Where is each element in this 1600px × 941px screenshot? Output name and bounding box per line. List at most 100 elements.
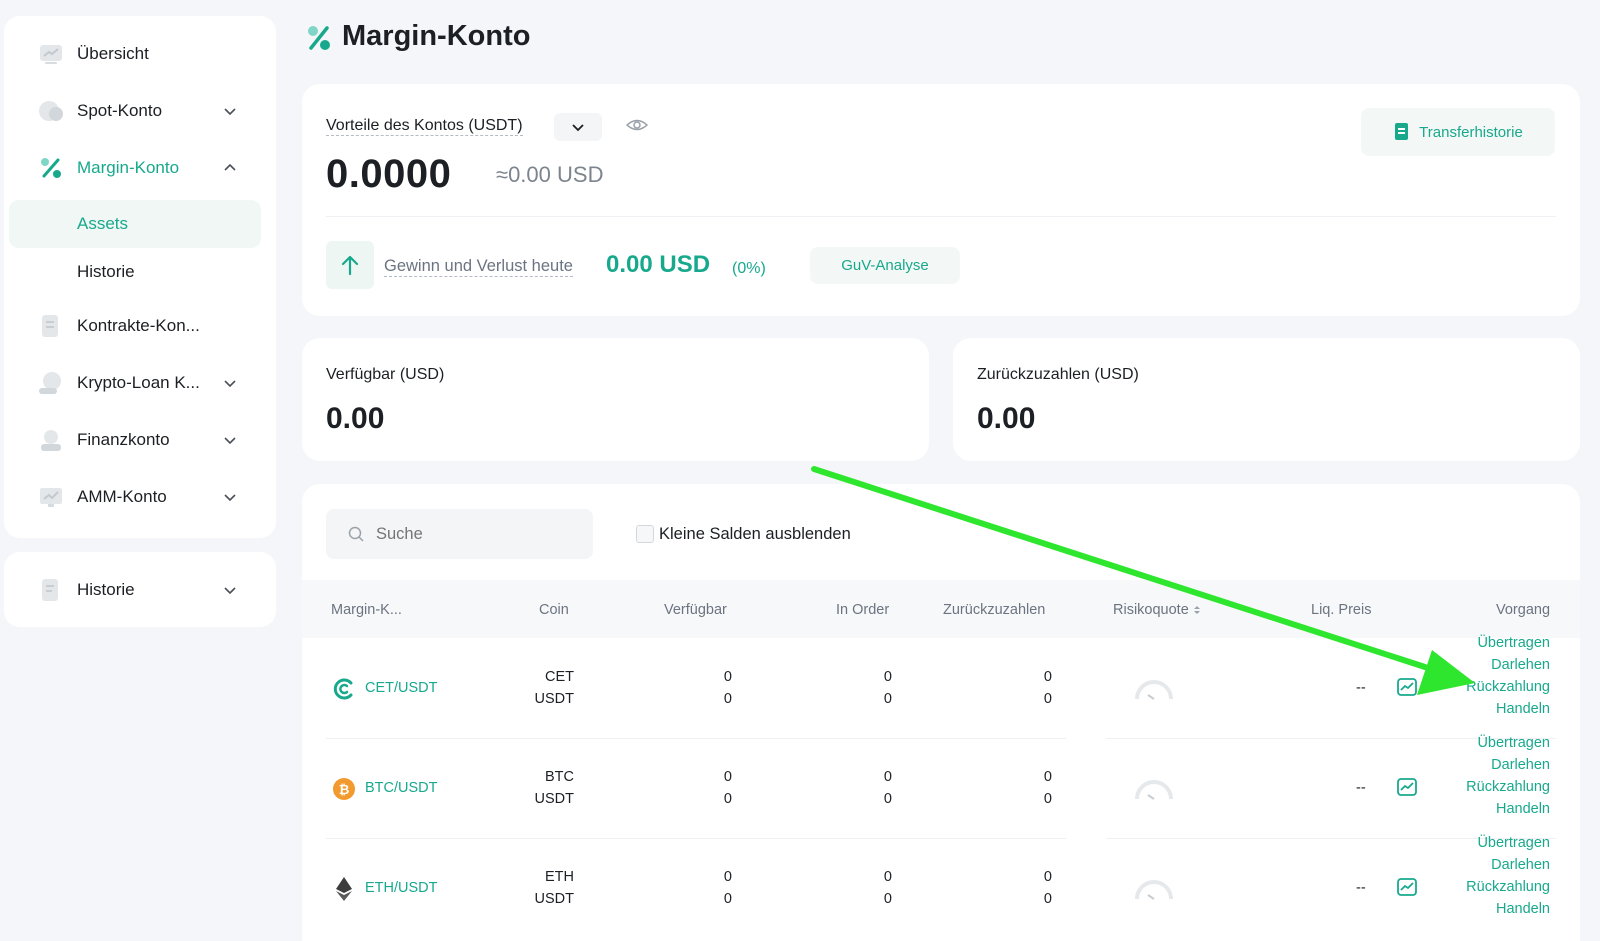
chevron-down-icon[interactable] (222, 103, 238, 119)
repay-cell: 0 (1043, 691, 1052, 707)
liq-price-cell: -- (1356, 780, 1366, 796)
sidebar-item-overview[interactable]: Übersicht (0, 34, 272, 74)
available-cell: 0 (723, 691, 732, 707)
transfer-history-button[interactable]: Transferhistorie (1361, 108, 1555, 156)
page-title: Margin-Konto (342, 20, 531, 52)
chart-icon[interactable] (1397, 878, 1417, 896)
sidebar-item-label: AMM-Konto (77, 487, 167, 506)
sidebar-item-amm[interactable]: AMM-Konto (0, 477, 272, 517)
row-actions: Übertragen Darlehen Rückzahlung Handeln (1466, 732, 1550, 820)
account-value-usd: ≈0.00 USD (496, 162, 604, 187)
history-icon (38, 577, 64, 603)
transfer-history-label: Transferhistorie (1419, 123, 1523, 141)
coin-cell: USDT (534, 691, 574, 707)
sidebar-item-label: Kontrakte-Kon... (77, 316, 200, 335)
chevron-down-icon[interactable] (222, 432, 238, 448)
chevron-down-icon[interactable] (222, 489, 238, 505)
margin-icon (308, 26, 330, 50)
finance-icon (38, 427, 64, 453)
repay-cell: 0 (1043, 869, 1052, 885)
ethereum-icon (336, 877, 352, 901)
trade-link[interactable]: Handeln (1466, 698, 1550, 720)
pnl-analysis-button[interactable]: GuV-Analyse (810, 247, 960, 284)
available-cell: 0 (723, 891, 732, 907)
borrow-link[interactable]: Darlehen (1466, 654, 1550, 676)
pair-link[interactable]: ETH/USDT (365, 880, 438, 896)
available-cell: 0 (723, 869, 732, 885)
sidebar-item-label: Spot-Konto (77, 101, 163, 120)
repay-label: Zurückzuzahlen (USD) (977, 366, 1139, 383)
in-order-cell: 0 (883, 791, 892, 807)
table-row: CET/USDT CET USDT 0 0 0 0 0 0 -- Übertra… (302, 635, 1580, 738)
search-box[interactable] (326, 509, 593, 559)
liq-price-cell: -- (1356, 680, 1366, 696)
contract-icon (38, 313, 64, 339)
coinex-icon (333, 678, 353, 700)
svg-text:₿: ₿ (339, 783, 350, 798)
in-order-cell: 0 (883, 669, 892, 685)
search-icon (348, 526, 364, 542)
pair-link[interactable]: BTC/USDT (365, 780, 438, 796)
coin-cell: USDT (534, 791, 574, 807)
risk-gauge-icon (1135, 880, 1173, 900)
col-header-risk[interactable]: Risikoquote (1113, 602, 1201, 618)
row-actions: Übertragen Darlehen Rückzahlung Handeln (1466, 632, 1550, 720)
available-cell: 0 (723, 669, 732, 685)
pnl-arrow-badge (326, 241, 374, 289)
sidebar-item-spot[interactable]: Spot-Konto (0, 91, 272, 131)
currency-dropdown[interactable] (554, 113, 602, 141)
sidebar-item-margin[interactable]: Margin-Konto (0, 148, 272, 188)
chevron-down-icon[interactable] (222, 375, 238, 391)
sidebar-item-label: Finanzkonto (77, 430, 170, 449)
available-value: 0.00 (326, 402, 385, 435)
repay-cell: 0 (1043, 891, 1052, 907)
sidebar-item-finance[interactable]: Finanzkonto (0, 420, 272, 460)
trade-link[interactable]: Handeln (1466, 898, 1550, 920)
coin-cell: ETH (545, 869, 574, 885)
transfer-link[interactable]: Übertragen (1466, 832, 1550, 854)
eye-icon[interactable] (625, 116, 649, 134)
pair-link[interactable]: CET/USDT (365, 680, 438, 696)
repay-value: 0.00 (977, 402, 1036, 435)
in-order-cell: 0 (883, 691, 892, 707)
sidebar-item-crypto-loan[interactable]: Krypto-Loan K... (0, 363, 272, 403)
repay-link[interactable]: Rückzahlung (1466, 876, 1550, 898)
sidebar-item-label: Übersicht (77, 44, 149, 63)
trade-link[interactable]: Handeln (1466, 798, 1550, 820)
table-header (302, 580, 1580, 638)
search-input[interactable] (376, 524, 576, 544)
sidebar-item-history[interactable]: Historie (0, 570, 272, 610)
transfer-link[interactable]: Übertragen (1466, 632, 1550, 654)
sort-icon (1193, 606, 1200, 615)
table-row: ETH/USDT ETH USDT 0 0 0 0 0 0 -- Übertra… (302, 835, 1580, 938)
available-card (302, 338, 929, 461)
col-header-coin: Coin (539, 602, 569, 618)
chart-icon[interactable] (1397, 678, 1417, 696)
sidebar-subitem-history[interactable]: Historie (9, 248, 261, 296)
borrow-link[interactable]: Darlehen (1466, 854, 1550, 876)
account-value-label: Vorteile des Kontos (USDT) (326, 117, 523, 136)
chart-icon[interactable] (1397, 778, 1417, 796)
coin-cell: BTC (545, 769, 574, 785)
repay-link[interactable]: Rückzahlung (1466, 776, 1550, 798)
repay-cell: 0 (1043, 791, 1052, 807)
pnl-label: Gewinn und Verlust heute (384, 257, 573, 277)
loan-icon (38, 370, 64, 396)
hide-small-checkbox[interactable] (636, 525, 654, 543)
risk-gauge-icon (1135, 680, 1173, 700)
transfer-link[interactable]: Übertragen (1466, 732, 1550, 754)
repay-card (953, 338, 1580, 461)
divider (326, 216, 1556, 217)
borrow-link[interactable]: Darlehen (1466, 754, 1550, 776)
sidebar-item-contracts[interactable]: Kontrakte-Kon... (0, 306, 272, 346)
chevron-up-icon[interactable] (222, 160, 238, 176)
chevron-down-icon[interactable] (222, 582, 238, 598)
chevron-down-icon (572, 124, 584, 132)
sidebar-subitem-assets[interactable]: Assets (9, 200, 261, 248)
row-actions: Übertragen Darlehen Rückzahlung Handeln (1466, 832, 1550, 920)
repay-link[interactable]: Rückzahlung (1466, 676, 1550, 698)
overview-icon (38, 41, 64, 67)
risk-gauge-icon (1135, 780, 1173, 800)
row-divider (326, 838, 1066, 839)
amm-icon (38, 484, 64, 510)
